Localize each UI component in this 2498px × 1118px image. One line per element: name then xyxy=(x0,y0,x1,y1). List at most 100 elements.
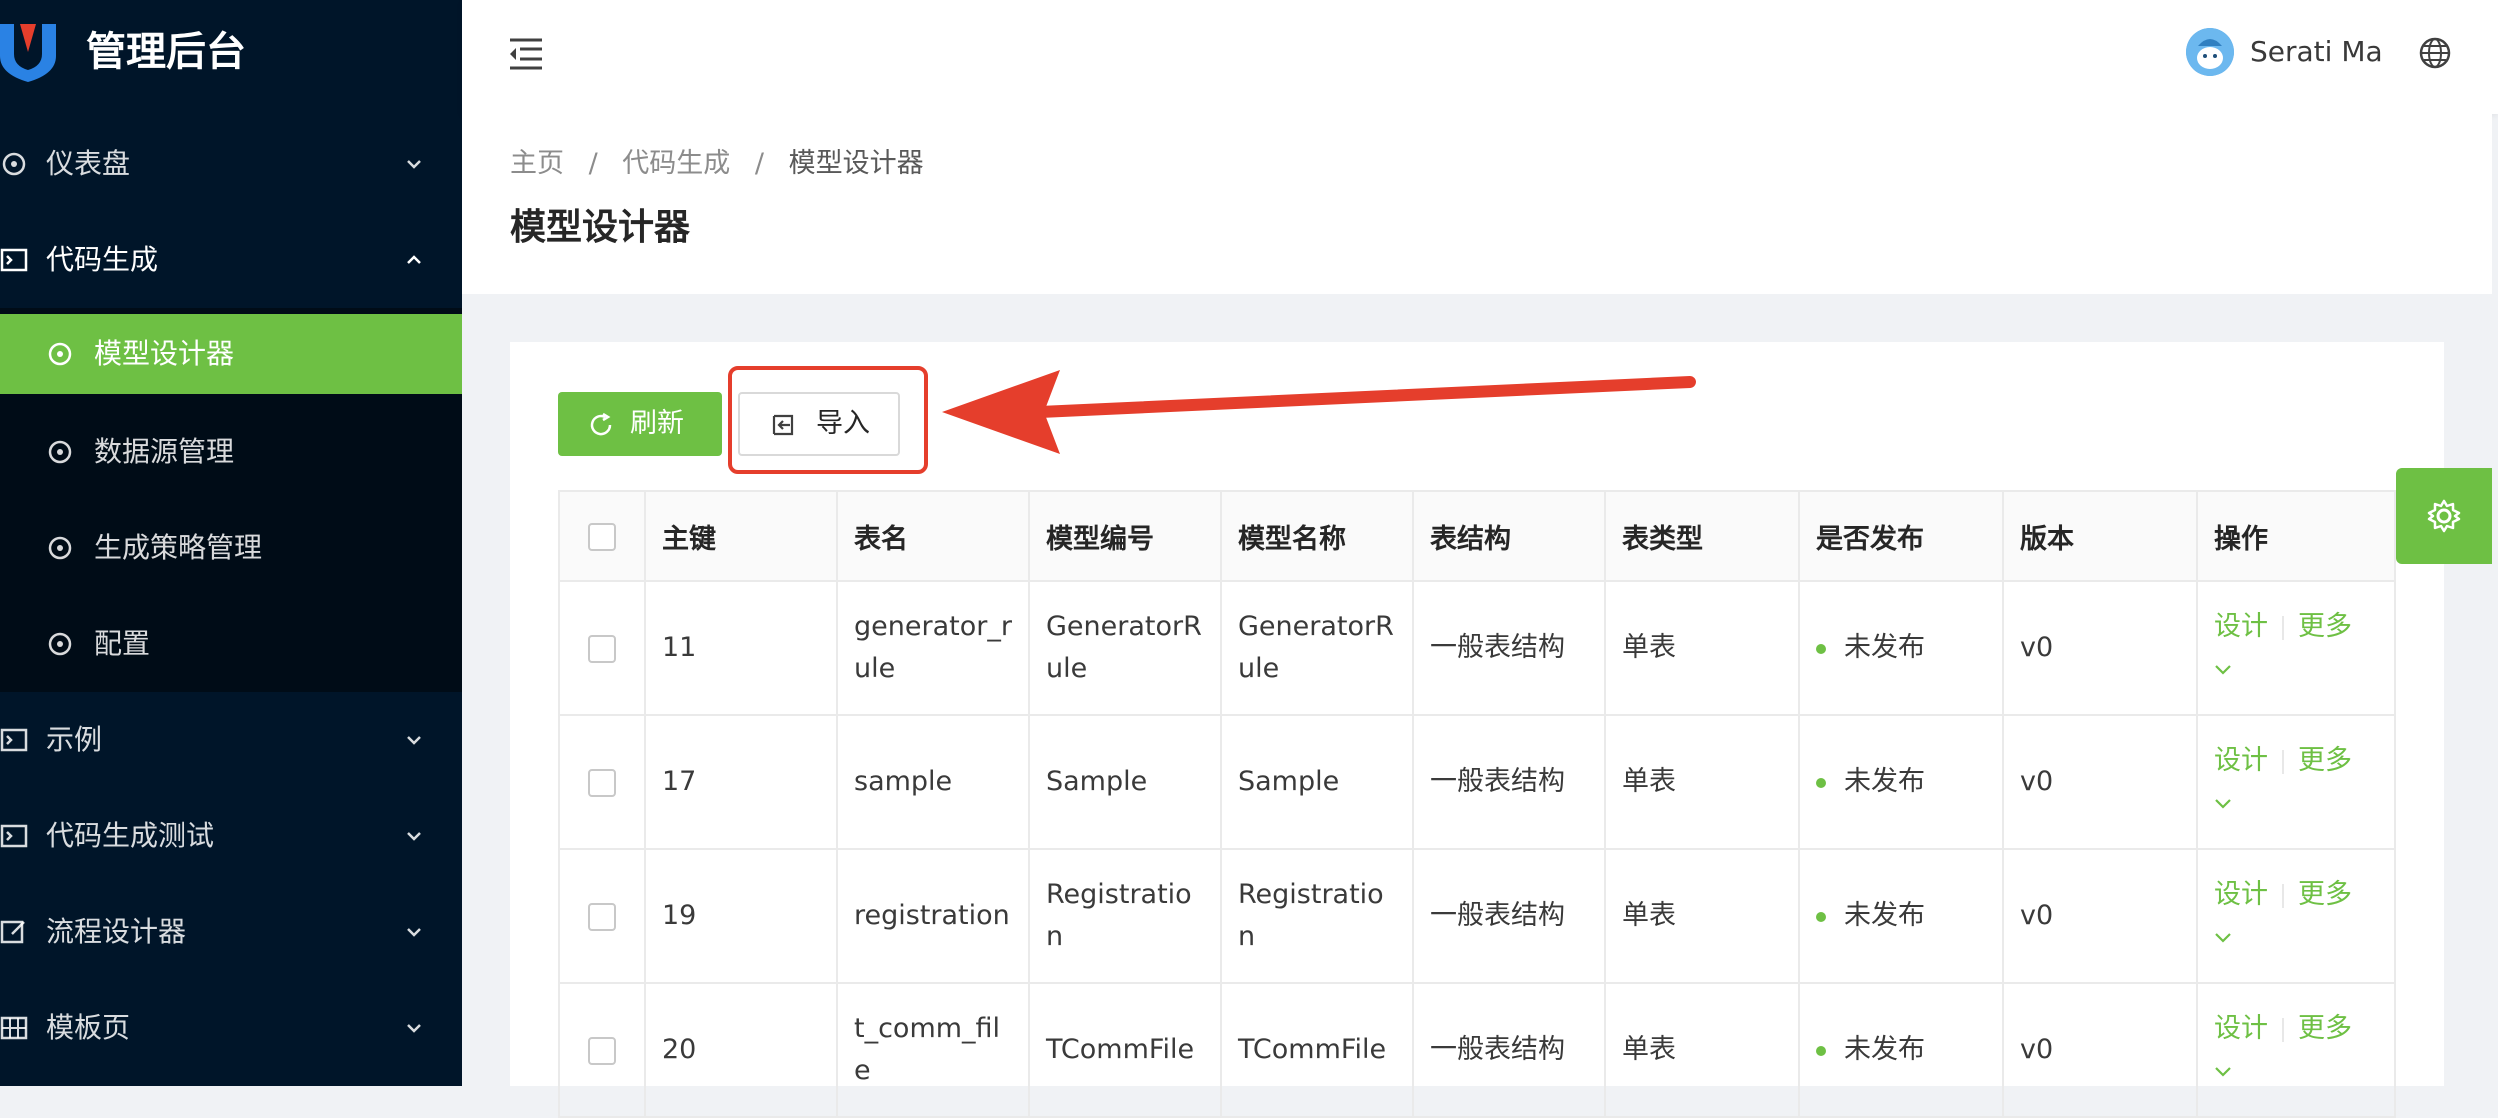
status-dot-icon xyxy=(1816,777,1826,788)
table-row[interactable]: 20 t_comm_file TCommFile TCommFile 一般表结构 单表 未发… xyxy=(558,982,2396,1118)
structure-cell: 一般表结构 xyxy=(1412,714,1606,850)
breadcrumb-separator: / xyxy=(754,148,764,179)
row-checkbox[interactable] xyxy=(588,902,616,931)
table-row[interactable]: 11 generator_rule GeneratorRule GeneratorRu… xyxy=(558,580,2396,716)
design-link[interactable]: 设计 xyxy=(2214,1013,2268,1044)
app-title: 管理后台 xyxy=(86,29,246,75)
settings-drawer-button[interactable] xyxy=(2396,468,2492,564)
table-icon xyxy=(0,1016,28,1040)
top-header: Serati Ma xyxy=(462,0,2498,114)
sidebar-item-label: 模型设计器 xyxy=(94,337,235,370)
table-header-row: 主键 表名 模型编号 模型名称 表结构 表类型 是否发布 版本 操作 xyxy=(558,490,2396,582)
breadcrumb: 主页 / 代码生成 / 模型设计器 xyxy=(510,144,924,184)
globe-icon[interactable] xyxy=(2418,36,2452,70)
design-link[interactable]: 设计 xyxy=(2214,745,2268,776)
chevron-down-icon xyxy=(407,160,421,169)
model-name-cell: Sample xyxy=(1220,714,1414,850)
status-text: 未发布 xyxy=(1844,900,1925,931)
sidebar-item-model-designer[interactable]: 模型设计器 xyxy=(0,314,462,394)
table-body: 11 generator_rule GeneratorRule GeneratorRu… xyxy=(558,580,2396,1118)
refresh-button[interactable]: 刷新 xyxy=(558,392,722,456)
column-header: 模型名称 xyxy=(1220,490,1414,582)
sidebar-item-label: 流程设计器 xyxy=(46,915,187,948)
sidebar-item-flow-designer[interactable]: 流程设计器 xyxy=(0,884,462,980)
table-name-cell: registration xyxy=(836,848,1030,984)
row-checkbox[interactable] xyxy=(588,768,616,797)
table-type-cell: 单表 xyxy=(1604,848,1800,984)
import-button[interactable]: 导入 xyxy=(738,392,900,456)
sidebar-item-config[interactable]: 配置 xyxy=(0,596,462,692)
column-header: 表名 xyxy=(836,490,1030,582)
chevron-down-icon xyxy=(407,832,421,841)
pk-cell: 20 xyxy=(644,982,838,1118)
annotation-arrow-icon xyxy=(942,370,1696,454)
version-cell: v0 xyxy=(2002,580,2198,716)
sidebar-item-templates[interactable]: 模板页 xyxy=(0,980,462,1076)
row-select-cell xyxy=(558,848,646,984)
column-header: 表类型 xyxy=(1604,490,1800,582)
sidebar-item-examples[interactable]: 示例 xyxy=(0,692,462,788)
sidebar-item-strategy[interactable]: 生成策略管理 xyxy=(0,500,462,596)
more-link[interactable]: 更多 xyxy=(2298,745,2352,776)
more-link[interactable]: 更多 xyxy=(2298,879,2352,910)
eye-icon xyxy=(48,342,72,366)
column-header: 表结构 xyxy=(1412,490,1606,582)
select-all-checkbox[interactable] xyxy=(588,523,616,551)
more-link[interactable]: 更多 xyxy=(2298,611,2352,642)
table-type-cell: 单表 xyxy=(1604,714,1800,850)
chevron-down-icon[interactable] xyxy=(2214,663,2232,677)
status-text: 未发布 xyxy=(1844,632,1925,663)
structure-cell: 一般表结构 xyxy=(1412,848,1606,984)
table-row[interactable]: 19 registration Registration Registration 一般… xyxy=(558,848,2396,984)
model-name-cell: TCommFile xyxy=(1220,982,1414,1118)
terminal-icon xyxy=(0,728,28,752)
row-checkbox[interactable] xyxy=(588,1036,616,1065)
sidebar-item-label: 代码生成 xyxy=(46,243,159,276)
model-table: 主键 表名 模型编号 模型名称 表结构 表类型 是否发布 版本 操作 11 gen… xyxy=(558,490,2396,1118)
sidebar-item-label: 示例 xyxy=(46,723,103,756)
select-all-cell xyxy=(558,490,646,582)
action-divider xyxy=(2282,1017,2284,1042)
structure-cell: 一般表结构 xyxy=(1412,982,1606,1118)
row-checkbox[interactable] xyxy=(588,634,616,663)
status-dot-icon xyxy=(1816,643,1826,654)
sidebar-item-codegen-test[interactable]: 代码生成测试 xyxy=(0,788,462,884)
sidebar: 管理后台 仪表盘 代码生成 模型设计器 数据源管理 生成策略管理 配置 示例 代… xyxy=(0,0,462,1086)
avatar-icon xyxy=(2186,28,2234,76)
version-cell: v0 xyxy=(2002,714,2198,850)
breadcrumb-separator: / xyxy=(588,148,598,179)
row-select-cell xyxy=(558,580,646,716)
column-header: 版本 xyxy=(2002,490,2198,582)
publish-status-cell: 未发布 xyxy=(1798,848,2004,984)
avatar[interactable] xyxy=(2186,28,2234,76)
design-link[interactable]: 设计 xyxy=(2214,879,2268,910)
menu-fold-icon[interactable] xyxy=(506,34,546,74)
breadcrumb-parent[interactable]: 代码生成 xyxy=(622,148,730,179)
action-divider xyxy=(2282,883,2284,908)
design-link[interactable]: 设计 xyxy=(2214,611,2268,642)
dashboard-icon xyxy=(2,152,26,176)
chevron-down-icon xyxy=(407,928,421,937)
sidebar-item-codegen[interactable]: 代码生成 xyxy=(0,212,462,308)
more-link[interactable]: 更多 xyxy=(2298,1013,2352,1044)
table-row[interactable]: 17 sample Sample Sample 一般表结构 单表 未发布 v0 设计 更多 xyxy=(558,714,2396,850)
action-divider xyxy=(2282,615,2284,640)
breadcrumb-home[interactable]: 主页 xyxy=(510,148,564,179)
actions-cell: 设计 更多 xyxy=(2196,982,2396,1118)
chevron-down-icon[interactable] xyxy=(2214,1065,2232,1079)
terminal-icon xyxy=(0,248,28,272)
username[interactable]: Serati Ma xyxy=(2250,32,2383,72)
table-name-cell: t_comm_file xyxy=(836,982,1030,1118)
import-button-label: 导入 xyxy=(816,408,870,439)
publish-status-cell: 未发布 xyxy=(1798,580,2004,716)
sidebar-item-dashboard[interactable]: 仪表盘 xyxy=(0,116,462,212)
chevron-down-icon[interactable] xyxy=(2214,931,2232,945)
chevron-down-icon xyxy=(407,736,421,745)
model-code-cell: GeneratorRule xyxy=(1028,580,1222,716)
row-select-cell xyxy=(558,982,646,1118)
chevron-down-icon[interactable] xyxy=(2214,797,2232,811)
model-code-cell: TCommFile xyxy=(1028,982,1222,1118)
row-select-cell xyxy=(558,714,646,850)
actions-cell: 设计 更多 xyxy=(2196,580,2396,716)
sidebar-item-datasource[interactable]: 数据源管理 xyxy=(0,404,462,500)
